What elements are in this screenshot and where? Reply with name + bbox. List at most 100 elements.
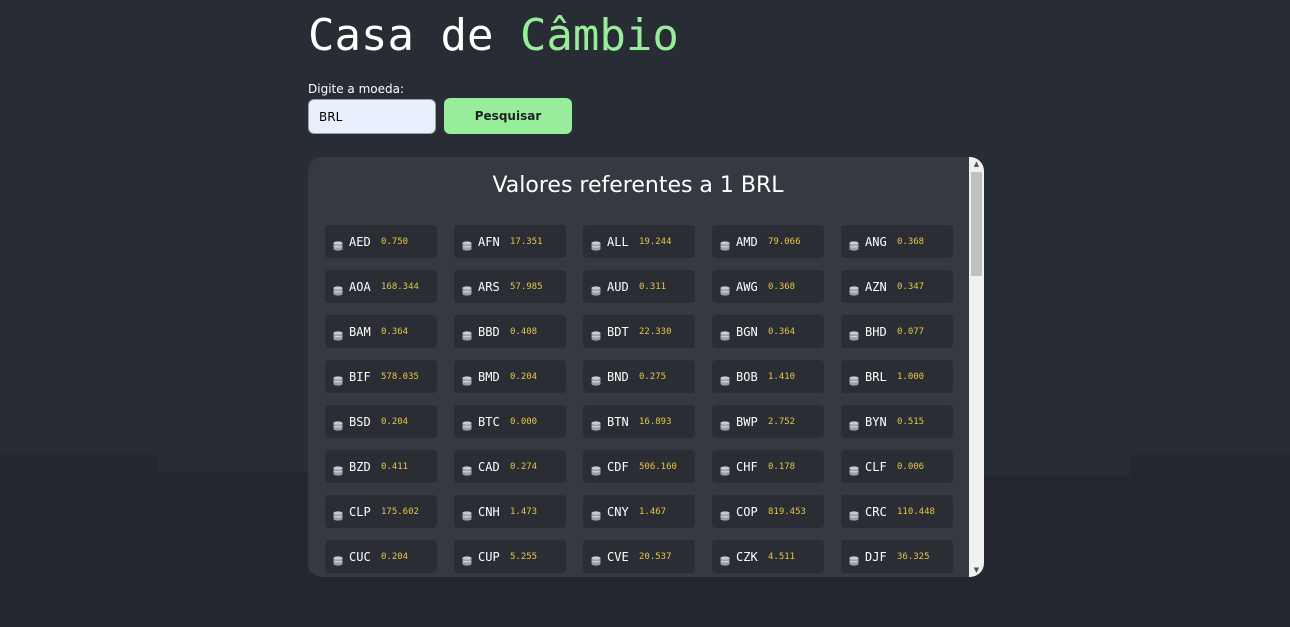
currency-code: ARS	[478, 279, 500, 294]
currency-card[interactable]: ALL 19.244	[583, 225, 695, 258]
coins-icon	[720, 551, 730, 566]
currency-card[interactable]: BZD 0.411	[325, 450, 437, 483]
currency-value: 0.178	[768, 461, 796, 472]
currency-value: 0.408	[510, 326, 538, 337]
scrollbar[interactable]: ▲ ▼	[969, 157, 984, 577]
currency-card[interactable]: BTC 0.000	[454, 405, 566, 438]
scroll-up-arrow-icon[interactable]: ▲	[969, 157, 984, 171]
currency-card[interactable]: BRL 1.000	[841, 360, 953, 393]
currency-card[interactable]: AWG 0.368	[712, 270, 824, 303]
currency-card[interactable]: DJF 36.325	[841, 540, 953, 573]
currency-card[interactable]: AED 0.750	[325, 225, 437, 258]
currency-value: 0.750	[381, 236, 409, 247]
currency-code: AWG	[736, 279, 758, 294]
currency-card[interactable]: CNH 1.473	[454, 495, 566, 528]
currency-code: CRC	[865, 504, 887, 519]
currency-card[interactable]: BND 0.275	[583, 360, 695, 393]
coins-icon	[849, 236, 859, 251]
currency-card[interactable]: BTN 16.893	[583, 405, 695, 438]
coins-icon	[849, 281, 859, 296]
coins-icon	[462, 236, 472, 251]
title-accent-text: Câmbio	[519, 10, 679, 61]
currency-card[interactable]: BBD 0.408	[454, 315, 566, 348]
currency-card[interactable]: BWP 2.752	[712, 405, 824, 438]
coins-icon	[591, 236, 601, 251]
currency-card[interactable]: BYN 0.515	[841, 405, 953, 438]
currency-card[interactable]: CUP 5.255	[454, 540, 566, 573]
currency-card[interactable]: AUD 0.311	[583, 270, 695, 303]
coins-icon	[462, 416, 472, 431]
coins-icon	[333, 551, 343, 566]
coins-icon	[462, 461, 472, 476]
background-block	[1130, 455, 1290, 573]
currency-card[interactable]: CNY 1.467	[583, 495, 695, 528]
coins-icon	[720, 236, 730, 251]
currency-card[interactable]: CAD 0.274	[454, 450, 566, 483]
currency-card[interactable]: CLF 0.006	[841, 450, 953, 483]
currency-card[interactable]: CVE 20.537	[583, 540, 695, 573]
currency-card[interactable]: BOB 1.410	[712, 360, 824, 393]
currency-card[interactable]: ARS 57.985	[454, 270, 566, 303]
currency-code: BTN	[607, 414, 629, 429]
coins-icon	[333, 326, 343, 341]
currency-card[interactable]: ANG 0.368	[841, 225, 953, 258]
coins-icon	[720, 461, 730, 476]
currency-value: 22.330	[639, 326, 672, 337]
scroll-down-arrow-icon[interactable]: ▼	[969, 563, 984, 577]
currency-value: 4.511	[768, 551, 796, 562]
currency-code: ANG	[865, 234, 887, 249]
currency-input-label: Digite a moeda:	[308, 82, 405, 96]
currency-card[interactable]: BIF 578.035	[325, 360, 437, 393]
results-heading: Valores referentes a 1 BRL	[492, 173, 784, 198]
currency-value: 0.347	[897, 281, 925, 292]
coins-icon	[333, 506, 343, 521]
currency-value: 0.006	[897, 461, 925, 472]
currency-card[interactable]: CDF 506.160	[583, 450, 695, 483]
coins-icon	[849, 416, 859, 431]
currency-card[interactable]: AZN 0.347	[841, 270, 953, 303]
currency-code: CZK	[736, 549, 758, 564]
scrollbar-thumb[interactable]	[971, 172, 982, 276]
coins-icon	[591, 281, 601, 296]
currency-value: 506.160	[639, 461, 677, 472]
currency-card[interactable]: BMD 0.204	[454, 360, 566, 393]
results-panel: Valores referentes a 1 BRL AED 0.750 AFN 17…	[308, 157, 984, 577]
currency-value: 0.515	[897, 416, 925, 427]
currency-code: AZN	[865, 279, 887, 294]
currency-card[interactable]: COP 819.453	[712, 495, 824, 528]
currency-card[interactable]: BSD 0.204	[325, 405, 437, 438]
currency-card[interactable]: BGN 0.364	[712, 315, 824, 348]
currency-card[interactable]: BHD 0.077	[841, 315, 953, 348]
currency-input[interactable]	[308, 99, 436, 134]
coins-icon	[720, 506, 730, 521]
currency-value: 16.893	[639, 416, 672, 427]
currency-card[interactable]: AMD 79.066	[712, 225, 824, 258]
currency-code: BMD	[478, 369, 500, 384]
currency-value: 578.035	[381, 371, 419, 382]
currency-card[interactable]: BAM 0.364	[325, 315, 437, 348]
currency-card[interactable]: CUC 0.204	[325, 540, 437, 573]
currency-card[interactable]: BDT 22.330	[583, 315, 695, 348]
currency-code: BZD	[349, 459, 371, 474]
coins-icon	[333, 461, 343, 476]
search-button[interactable]: Pesquisar	[444, 98, 572, 134]
currency-code: AOA	[349, 279, 371, 294]
coins-icon	[333, 281, 343, 296]
coins-icon	[720, 326, 730, 341]
currency-code: ALL	[607, 234, 629, 249]
currency-value: 0.204	[381, 416, 409, 427]
currency-value: 2.752	[768, 416, 796, 427]
currency-value: 0.364	[381, 326, 409, 337]
coins-icon	[333, 371, 343, 386]
currency-value: 0.204	[381, 551, 409, 562]
currency-card[interactable]: CZK 4.511	[712, 540, 824, 573]
currency-code: BYN	[865, 414, 887, 429]
currency-code: CVE	[607, 549, 629, 564]
currency-card[interactable]: AFN 17.351	[454, 225, 566, 258]
currency-code: CHF	[736, 459, 758, 474]
coins-icon	[720, 416, 730, 431]
currency-card[interactable]: CLP 175.602	[325, 495, 437, 528]
currency-card[interactable]: CHF 0.178	[712, 450, 824, 483]
currency-card[interactable]: AOA 168.344	[325, 270, 437, 303]
currency-card[interactable]: CRC 110.448	[841, 495, 953, 528]
